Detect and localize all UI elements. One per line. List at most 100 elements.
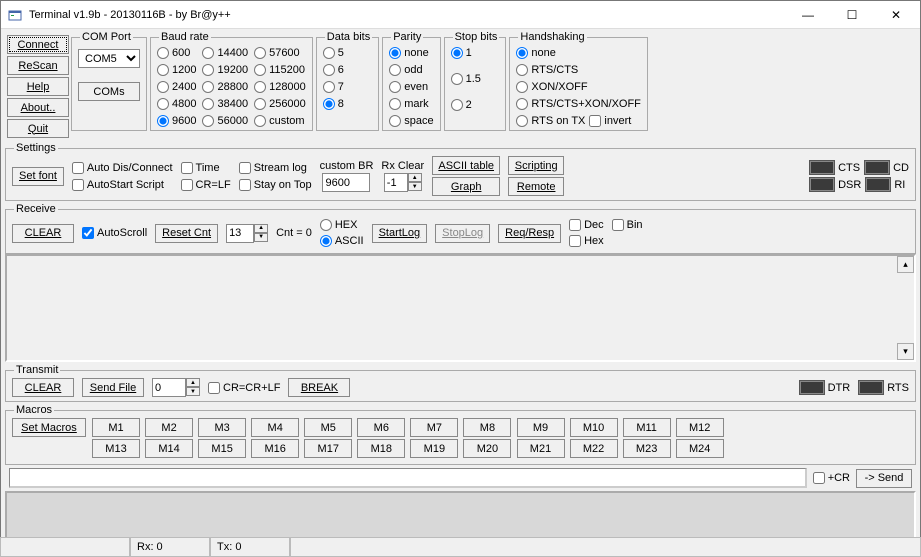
baud-115200[interactable]: 115200 <box>254 62 306 78</box>
plus-cr-check[interactable]: +CR <box>813 470 850 486</box>
send-button[interactable]: -> Send <box>856 469 912 488</box>
set-font-button[interactable]: Set font <box>12 167 64 186</box>
scroll-up-icon[interactable]: ▴ <box>897 256 914 273</box>
macro-m22[interactable]: M22 <box>570 439 618 458</box>
baud-38400[interactable]: 38400 <box>202 96 248 112</box>
stopbits-2[interactable]: 2 <box>451 97 500 113</box>
maximize-button[interactable]: ☐ <box>830 2 874 28</box>
transmit-num-spin[interactable]: ▲▼ <box>152 378 200 397</box>
spin-up-icon[interactable]: ▲ <box>186 378 200 387</box>
parity-space[interactable]: space <box>389 113 433 129</box>
rescan-button[interactable]: ReScan <box>7 56 69 75</box>
reqresp-button[interactable]: Req/Resp <box>498 224 561 243</box>
parity-none[interactable]: none <box>389 45 433 61</box>
databits-7[interactable]: 7 <box>323 79 372 95</box>
macro-m1[interactable]: M1 <box>92 418 140 437</box>
baud-128000[interactable]: 128000 <box>254 79 306 95</box>
cr-crlf-check[interactable]: CR=CR+LF <box>208 380 280 396</box>
dec-check[interactable]: Dec <box>569 217 604 233</box>
spin-down-icon[interactable]: ▼ <box>254 233 268 242</box>
stopbits-1[interactable]: 1 <box>451 45 500 61</box>
stopbits-1-5[interactable]: 1.5 <box>451 71 500 87</box>
receive-ascii-radio[interactable]: ASCII <box>320 233 364 249</box>
autoscroll-check[interactable]: AutoScroll <box>82 225 147 241</box>
coms-button[interactable]: COMs <box>78 82 140 101</box>
rx-clear-spin[interactable]: ▲▼ <box>384 173 422 192</box>
baud-28800[interactable]: 28800 <box>202 79 248 95</box>
spin-down-icon[interactable]: ▼ <box>186 387 200 396</box>
baud-56000[interactable]: 56000 <box>202 113 248 129</box>
macro-m3[interactable]: M3 <box>198 418 246 437</box>
remote-button[interactable]: Remote <box>508 177 564 196</box>
parity-odd[interactable]: odd <box>389 62 433 78</box>
handshake-rtscts[interactable]: RTS/CTS <box>516 62 641 78</box>
baud-9600[interactable]: 9600 <box>157 113 196 129</box>
baud-19200[interactable]: 19200 <box>202 62 248 78</box>
spin-down-icon[interactable]: ▼ <box>408 182 422 191</box>
about-button[interactable]: About.. <box>7 98 69 117</box>
macro-m14[interactable]: M14 <box>145 439 193 458</box>
break-button[interactable]: BREAK <box>288 378 350 397</box>
quit-button[interactable]: Quit <box>7 119 69 138</box>
macro-m17[interactable]: M17 <box>304 439 352 458</box>
auto-disconnect-check[interactable]: Auto Dis/Connect <box>72 160 173 176</box>
baud-256000[interactable]: 256000 <box>254 96 306 112</box>
stay-on-top-check[interactable]: Stay on Top <box>239 177 312 193</box>
crlf-check[interactable]: CR=LF <box>181 177 231 193</box>
time-check[interactable]: Time <box>181 160 231 176</box>
baud-600[interactable]: 600 <box>157 45 196 61</box>
transmit-clear-button[interactable]: CLEAR <box>12 378 74 397</box>
receive-hex-radio[interactable]: HEX <box>320 217 364 233</box>
baud-1200[interactable]: 1200 <box>157 62 196 78</box>
connect-button[interactable]: Connect <box>7 35 69 54</box>
rts-led[interactable]: RTS <box>858 380 909 395</box>
baud-4800[interactable]: 4800 <box>157 96 196 112</box>
dtr-led[interactable]: DTR <box>799 380 851 395</box>
bin-check[interactable]: Bin <box>612 217 643 233</box>
hex-check[interactable]: Hex <box>569 233 604 249</box>
macro-m21[interactable]: M21 <box>517 439 565 458</box>
baud-custom[interactable]: custom <box>254 113 306 129</box>
macro-m15[interactable]: M15 <box>198 439 246 458</box>
reset-cnt-button[interactable]: Reset Cnt <box>155 224 218 243</box>
receive-textarea[interactable]: ▴ ▾ <box>5 254 916 362</box>
macro-m8[interactable]: M8 <box>463 418 511 437</box>
macro-m11[interactable]: M11 <box>623 418 671 437</box>
send-file-button[interactable]: Send File <box>82 378 144 397</box>
databits-6[interactable]: 6 <box>323 62 372 78</box>
startlog-button[interactable]: StartLog <box>372 224 428 243</box>
macro-m13[interactable]: M13 <box>92 439 140 458</box>
macro-m23[interactable]: M23 <box>623 439 671 458</box>
parity-even[interactable]: even <box>389 79 433 95</box>
macro-m9[interactable]: M9 <box>517 418 565 437</box>
receive-clear-button[interactable]: CLEAR <box>12 224 74 243</box>
macro-m18[interactable]: M18 <box>357 439 405 458</box>
cnt-spin[interactable]: ▲▼ <box>226 224 268 243</box>
macro-m16[interactable]: M16 <box>251 439 299 458</box>
handshake-rts-on-tx[interactable]: RTS on TX <box>516 113 585 129</box>
spin-up-icon[interactable]: ▲ <box>408 173 422 182</box>
autostart-script-check[interactable]: AutoStart Script <box>72 177 173 193</box>
baud-14400[interactable]: 14400 <box>202 45 248 61</box>
handshake-invert[interactable]: invert <box>589 113 631 129</box>
spin-up-icon[interactable]: ▲ <box>254 224 268 233</box>
com-port-select[interactable]: COM5 <box>78 49 140 68</box>
baud-57600[interactable]: 57600 <box>254 45 306 61</box>
handshake-xonxoff[interactable]: XON/XOFF <box>516 79 641 95</box>
macro-m24[interactable]: M24 <box>676 439 724 458</box>
parity-mark[interactable]: mark <box>389 96 433 112</box>
stream-log-check[interactable]: Stream log <box>239 160 312 176</box>
custom-br-input[interactable] <box>322 173 370 192</box>
ascii-table-button[interactable]: ASCII table <box>432 156 500 175</box>
macro-m10[interactable]: M10 <box>570 418 618 437</box>
scroll-down-icon[interactable]: ▾ <box>897 343 914 360</box>
macro-m7[interactable]: M7 <box>410 418 458 437</box>
stoplog-button[interactable]: StopLog <box>435 224 490 243</box>
set-macros-button[interactable]: Set Macros <box>12 418 86 437</box>
macro-m6[interactable]: M6 <box>357 418 405 437</box>
graph-button[interactable]: Graph <box>432 177 500 196</box>
minimize-button[interactable]: — <box>786 2 830 28</box>
macro-m12[interactable]: M12 <box>676 418 724 437</box>
close-button[interactable]: ✕ <box>874 2 918 28</box>
databits-5[interactable]: 5 <box>323 45 372 61</box>
